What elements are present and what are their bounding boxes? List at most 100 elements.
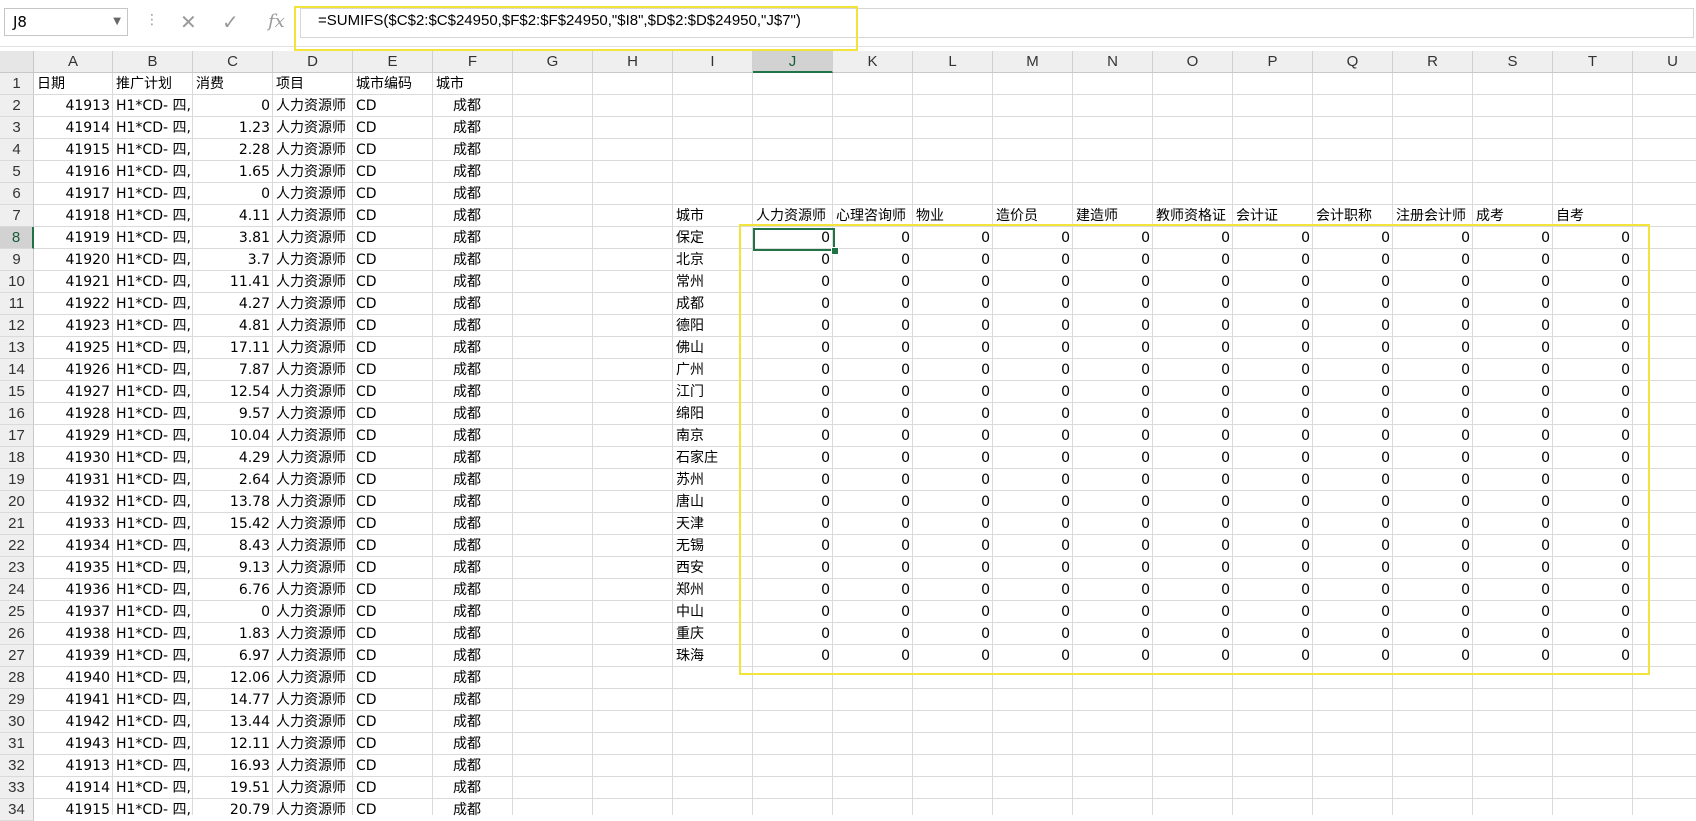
column-header-h[interactable]: H: [593, 51, 673, 73]
summary-value-cell[interactable]: 0: [913, 491, 993, 513]
column-header-t[interactable]: T: [1553, 51, 1633, 73]
summary-value-cell[interactable]: 0: [753, 469, 833, 491]
column-header-c[interactable]: C: [193, 51, 273, 73]
summary-value-cell[interactable]: 0: [1073, 645, 1153, 667]
summary-value-cell[interactable]: 0: [833, 271, 913, 293]
data-cell[interactable]: 人力资源师: [273, 161, 353, 183]
summary-city-cell[interactable]: 郑州: [673, 579, 753, 601]
summary-value-cell[interactable]: 0: [1313, 315, 1393, 337]
summary-value-cell[interactable]: 0: [1553, 557, 1633, 579]
data-cell[interactable]: 人力资源师: [273, 205, 353, 227]
summary-value-cell[interactable]: 0: [913, 447, 993, 469]
data-cell[interactable]: H1*CD- 四,: [113, 161, 193, 183]
column-header-i[interactable]: I: [673, 51, 753, 73]
summary-value-cell[interactable]: 0: [1473, 425, 1553, 447]
summary-city-cell[interactable]: 天津: [673, 513, 753, 535]
row-header-29[interactable]: 29: [0, 689, 34, 711]
data-cell[interactable]: 成都: [433, 491, 513, 513]
data-cell[interactable]: 人力资源师: [273, 183, 353, 205]
data-cell[interactable]: H1*CD- 四,: [113, 425, 193, 447]
summary-value-cell[interactable]: 0: [833, 425, 913, 447]
data-cell[interactable]: 成都: [433, 205, 513, 227]
summary-header-cell[interactable]: 注册会计师: [1393, 205, 1473, 227]
data-cell[interactable]: H1*CD- 四,: [113, 557, 193, 579]
summary-value-cell[interactable]: 0: [1233, 337, 1313, 359]
summary-value-cell[interactable]: 0: [1313, 293, 1393, 315]
summary-value-cell[interactable]: 0: [1313, 271, 1393, 293]
row-header-24[interactable]: 24: [0, 579, 34, 601]
summary-city-cell[interactable]: 成都: [673, 293, 753, 315]
summary-value-cell[interactable]: 0: [1553, 227, 1633, 249]
summary-value-cell[interactable]: 0: [1153, 513, 1233, 535]
data-cell[interactable]: 成都: [433, 381, 513, 403]
summary-value-cell[interactable]: 0: [833, 359, 913, 381]
close-icon[interactable]: ✕: [180, 10, 197, 34]
row-header-22[interactable]: 22: [0, 535, 34, 557]
data-cell[interactable]: 成都: [433, 183, 513, 205]
data-cell[interactable]: 2.64: [193, 469, 273, 491]
data-cell[interactable]: 10.04: [193, 425, 273, 447]
chevron-down-icon[interactable]: ▼: [113, 9, 121, 35]
data-cell[interactable]: CD: [353, 557, 433, 579]
data-cell[interactable]: 成都: [433, 425, 513, 447]
summary-value-cell[interactable]: 0: [1393, 249, 1473, 271]
data-cell[interactable]: CD: [353, 491, 433, 513]
row-header-4[interactable]: 4: [0, 139, 34, 161]
data-cell[interactable]: 41933: [34, 513, 113, 535]
summary-value-cell[interactable]: 0: [1553, 271, 1633, 293]
summary-value-cell[interactable]: 0: [833, 557, 913, 579]
data-cell[interactable]: 1.23: [193, 117, 273, 139]
data-cell[interactable]: 41937: [34, 601, 113, 623]
data-cell[interactable]: CD: [353, 601, 433, 623]
data-cell[interactable]: H1*CD- 四,: [113, 535, 193, 557]
summary-value-cell[interactable]: 0: [833, 381, 913, 403]
data-cell[interactable]: CD: [353, 777, 433, 799]
summary-header-cell[interactable]: 物业: [913, 205, 993, 227]
summary-value-cell[interactable]: 0: [1553, 491, 1633, 513]
data-cell[interactable]: H1*CD- 四,: [113, 205, 193, 227]
data-cell[interactable]: H1*CD- 四,: [113, 315, 193, 337]
row-header-21[interactable]: 21: [0, 513, 34, 535]
summary-header-cell[interactable]: 会计职称: [1313, 205, 1393, 227]
summary-value-cell[interactable]: 0: [1473, 645, 1553, 667]
summary-value-cell[interactable]: 0: [833, 513, 913, 535]
data-cell[interactable]: H1*CD- 四,: [113, 777, 193, 799]
summary-value-cell[interactable]: 0: [753, 623, 833, 645]
summary-value-cell[interactable]: 0: [1073, 535, 1153, 557]
header-cell[interactable]: 消费: [193, 73, 273, 95]
summary-value-cell[interactable]: 0: [1393, 579, 1473, 601]
data-cell[interactable]: 成都: [433, 337, 513, 359]
data-cell[interactable]: 人力资源师: [273, 337, 353, 359]
column-header-n[interactable]: N: [1073, 51, 1153, 73]
data-cell[interactable]: 6.97: [193, 645, 273, 667]
row-header-32[interactable]: 32: [0, 755, 34, 777]
data-cell[interactable]: 成都: [433, 359, 513, 381]
summary-value-cell[interactable]: 0: [1313, 491, 1393, 513]
data-cell[interactable]: 成都: [433, 645, 513, 667]
summary-city-cell[interactable]: 德阳: [673, 315, 753, 337]
summary-value-cell[interactable]: 0: [1073, 337, 1153, 359]
summary-value-cell[interactable]: 0: [833, 601, 913, 623]
summary-value-cell[interactable]: 0: [1473, 535, 1553, 557]
summary-value-cell[interactable]: 0: [1553, 249, 1633, 271]
summary-value-cell[interactable]: 0: [993, 491, 1073, 513]
column-header-l[interactable]: L: [913, 51, 993, 73]
data-cell[interactable]: CD: [353, 315, 433, 337]
summary-value-cell[interactable]: 0: [1553, 623, 1633, 645]
summary-value-cell[interactable]: 0: [753, 293, 833, 315]
summary-header-cell[interactable]: 人力资源师: [753, 205, 833, 227]
summary-value-cell[interactable]: 0: [1393, 535, 1473, 557]
data-cell[interactable]: 人力资源师: [273, 381, 353, 403]
data-cell[interactable]: 41915: [34, 799, 113, 821]
data-cell[interactable]: 成都: [433, 777, 513, 799]
summary-value-cell[interactable]: 0: [753, 271, 833, 293]
data-cell[interactable]: 成都: [433, 601, 513, 623]
data-cell[interactable]: 成都: [433, 513, 513, 535]
data-cell[interactable]: 人力资源师: [273, 777, 353, 799]
summary-header-cell[interactable]: 建造师: [1073, 205, 1153, 227]
summary-value-cell[interactable]: 0: [1473, 249, 1553, 271]
summary-value-cell[interactable]: 0: [1233, 601, 1313, 623]
data-cell[interactable]: CD: [353, 205, 433, 227]
header-cell[interactable]: 推广计划: [113, 73, 193, 95]
data-cell[interactable]: H1*CD- 四,: [113, 403, 193, 425]
